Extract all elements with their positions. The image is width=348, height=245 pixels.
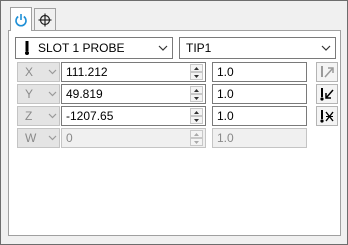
z-weight-input[interactable]: 1.0 [212, 106, 307, 126]
x-value-spinner[interactable] [190, 64, 203, 80]
power-icon [15, 13, 27, 27]
spin-up-icon[interactable] [190, 130, 203, 138]
chevron-down-icon [317, 45, 335, 51]
w-value-spinner[interactable] [190, 130, 203, 146]
axis-label: W [25, 131, 37, 145]
spin-down-icon[interactable] [190, 116, 203, 124]
w-value-input[interactable]: 0 [61, 128, 206, 148]
w-weight-input[interactable]: 1.0 [212, 128, 307, 148]
y-weight-input[interactable]: 1.0 [212, 84, 307, 104]
chevron-down-icon [45, 135, 59, 141]
axis-label: Y [25, 87, 34, 101]
probe-toolbox-window: SLOT 1 PROBE TIP1 X 111.212 1.0 Y 49.819… [0, 0, 348, 245]
spin-up-icon[interactable] [190, 64, 203, 72]
probe-cross-icon [320, 110, 334, 123]
chevron-down-icon [45, 91, 59, 97]
probe-cross-button[interactable] [316, 106, 338, 126]
z-weight: 1.0 [217, 109, 234, 123]
crosshair-icon [38, 13, 52, 26]
axis-label: X [25, 65, 34, 79]
w-value: 0 [66, 131, 73, 145]
y-value-spinner[interactable] [190, 86, 203, 102]
spin-up-icon[interactable] [190, 86, 203, 94]
y-value: 49.819 [66, 87, 103, 101]
tab-probe-mode[interactable] [10, 7, 32, 31]
axis-select-w[interactable]: W [17, 128, 60, 148]
x-value: 111.212 [66, 65, 108, 79]
axis-label: Z [25, 109, 33, 123]
spin-up-icon[interactable] [190, 108, 203, 116]
chevron-down-icon [45, 69, 59, 75]
tab-position-mode[interactable] [34, 8, 56, 30]
probe-select-value: SLOT 1 PROBE [38, 41, 125, 55]
probe-icon [20, 41, 34, 55]
probe-direction-down-button[interactable] [316, 84, 338, 104]
z-value: -1207.65 [66, 109, 114, 123]
probe-panel: SLOT 1 PROBE TIP1 X 111.212 1.0 Y 49.819… [8, 30, 341, 236]
axis-select-y[interactable]: Y [17, 84, 60, 104]
x-weight-input[interactable]: 1.0 [212, 62, 307, 82]
axis-select-x[interactable]: X [17, 62, 60, 82]
spin-down-icon[interactable] [190, 94, 203, 102]
x-weight: 1.0 [217, 65, 234, 79]
spin-down-icon[interactable] [190, 72, 203, 80]
tip-select-value: TIP1 [186, 41, 212, 55]
probe-direction-up-icon [321, 66, 334, 78]
z-value-spinner[interactable] [190, 108, 203, 124]
axis-select-z[interactable]: Z [17, 106, 60, 126]
probe-select[interactable]: SLOT 1 PROBE [15, 37, 173, 59]
y-value-input[interactable]: 49.819 [61, 84, 206, 104]
probe-direction-up-button[interactable] [316, 62, 338, 82]
tip-select[interactable]: TIP1 [179, 37, 336, 59]
x-value-input[interactable]: 111.212 [61, 62, 206, 82]
spin-down-icon[interactable] [190, 138, 203, 146]
probe-direction-down-icon [320, 88, 334, 101]
y-weight: 1.0 [217, 87, 234, 101]
w-weight: 1.0 [217, 131, 234, 145]
chevron-down-icon [154, 45, 172, 51]
chevron-down-icon [45, 113, 59, 119]
z-value-input[interactable]: -1207.65 [61, 106, 206, 126]
